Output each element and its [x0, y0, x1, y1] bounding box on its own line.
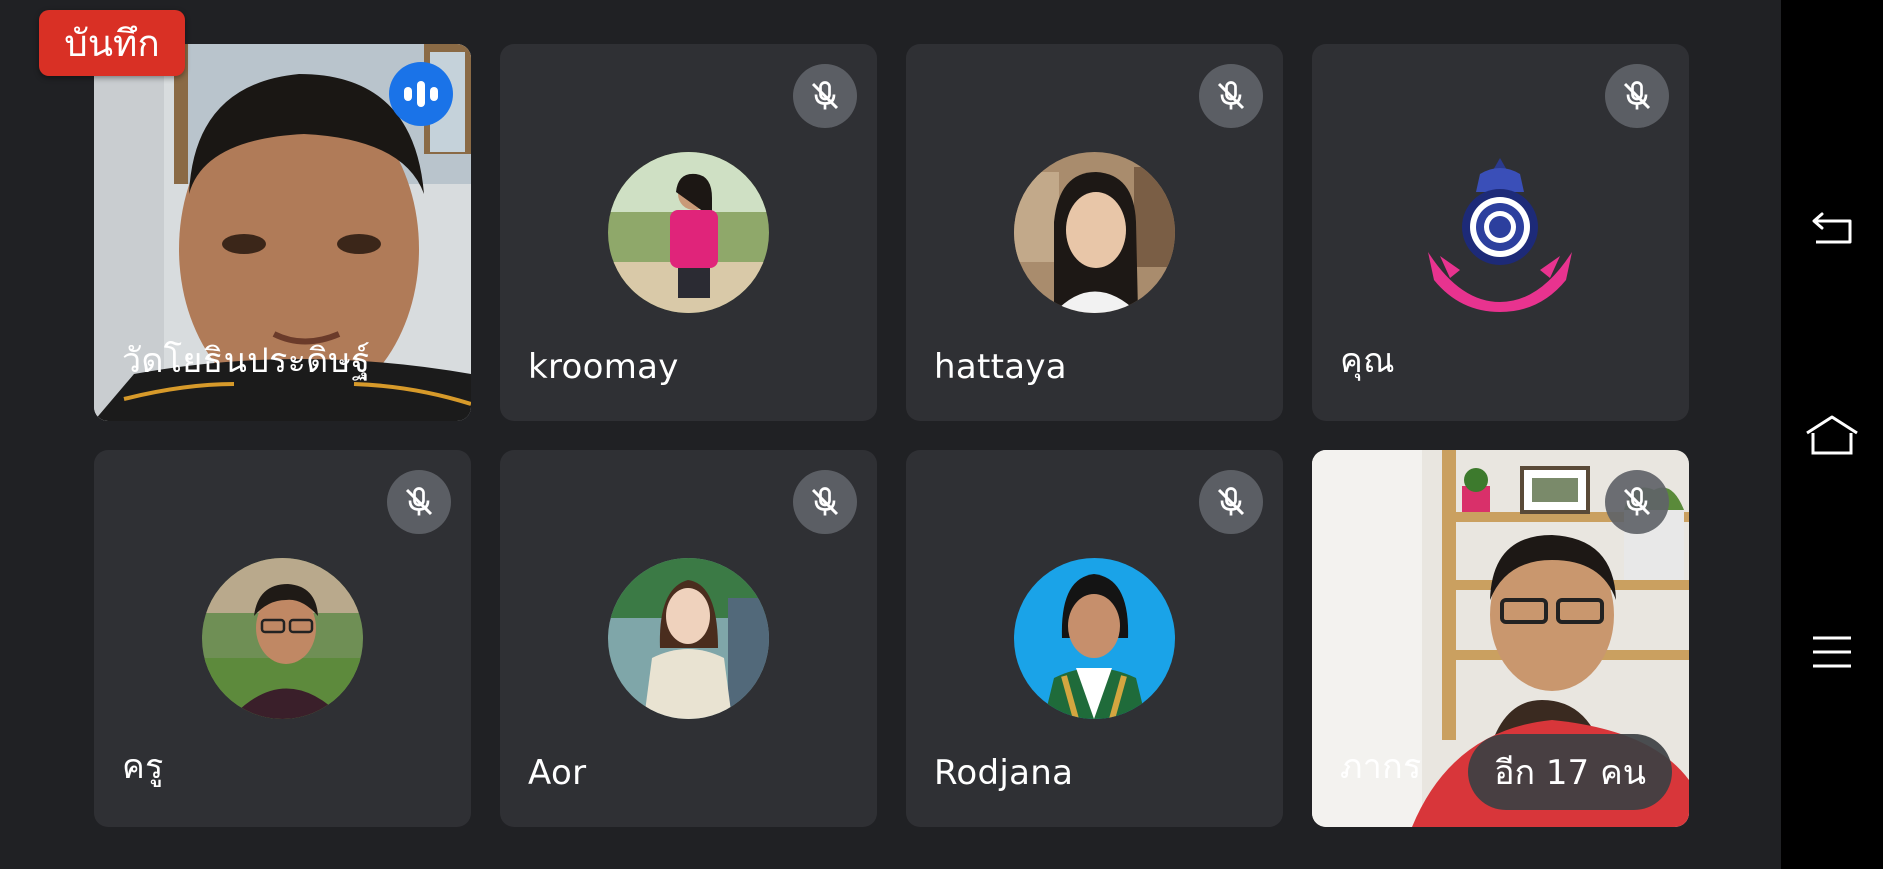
participant-name: ภากร [1340, 747, 1422, 787]
participant-tile[interactable]: คุณ [1312, 44, 1689, 421]
participant-tile[interactable]: hattaya [906, 44, 1283, 421]
participant-tile[interactable]: kroomay [500, 44, 877, 421]
avatar [1014, 152, 1175, 313]
avatar [608, 152, 769, 313]
participant-tile[interactable]: Rodjana [906, 450, 1283, 827]
participant-name: hattaya [934, 347, 1067, 387]
mic-off-icon [793, 64, 857, 128]
mic-off-icon [1199, 64, 1263, 128]
mic-off-icon [1199, 470, 1263, 534]
more-participants-button[interactable]: อีก 17 คน [1468, 734, 1672, 810]
meeting-grid: วัดโยธินประดิษฐ์ kroomay hattaya คุณ ครู… [0, 0, 1781, 869]
participant-tile[interactable]: วัดโยธินประดิษฐ์ [94, 44, 471, 421]
participant-name: คุณ [1340, 341, 1395, 381]
mic-off-icon [793, 470, 857, 534]
participant-name: ครู [122, 747, 164, 787]
system-navigation-bar [1781, 0, 1883, 869]
home-button[interactable] [1781, 390, 1883, 480]
participant-name: วัดโยธินประดิษฐ์ [122, 341, 371, 381]
participant-tile[interactable]: Aor [500, 450, 877, 827]
school-logo-icon [1420, 152, 1581, 313]
avatar [1014, 558, 1175, 719]
back-icon [1812, 212, 1852, 244]
avatar [608, 558, 769, 719]
participant-tile[interactable]: ครู [94, 450, 471, 827]
recording-badge: บันทึก [39, 10, 185, 76]
mic-off-icon [1605, 64, 1669, 128]
participant-name: kroomay [528, 347, 679, 387]
recents-button[interactable] [1781, 607, 1883, 697]
home-icon [1806, 415, 1858, 455]
participant-name: Aor [528, 753, 587, 793]
mic-off-icon [1605, 470, 1669, 534]
mic-off-icon [387, 470, 451, 534]
participant-name: Rodjana [934, 753, 1074, 793]
avatar [202, 558, 363, 719]
speaking-indicator-icon [389, 62, 453, 126]
back-button[interactable] [1781, 183, 1883, 273]
menu-icon [1813, 636, 1851, 668]
